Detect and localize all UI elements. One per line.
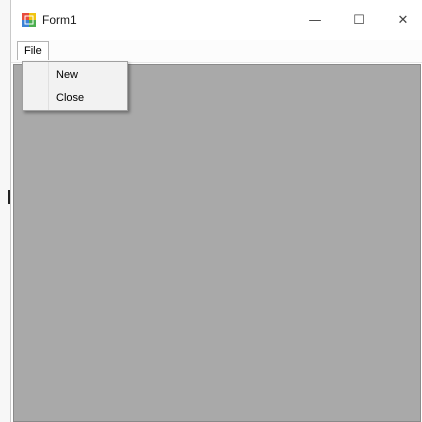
window-title: Form1 bbox=[42, 13, 77, 27]
screen: Form1 — ☐ ✕ File New Close bbox=[0, 0, 422, 422]
menu-item-new-label: New bbox=[56, 69, 79, 81]
menu-item-new[interactable]: New bbox=[24, 64, 126, 86]
file-dropdown-menu: New Close bbox=[22, 61, 128, 111]
minimize-icon: — bbox=[308, 12, 322, 28]
app-icon bbox=[22, 13, 36, 27]
mdi-client-area[interactable] bbox=[13, 64, 421, 422]
minimize-button[interactable]: — bbox=[293, 0, 337, 40]
menu-file[interactable]: File bbox=[17, 41, 49, 60]
maximize-icon: ☐ bbox=[353, 12, 365, 28]
menu-bar: File bbox=[11, 40, 422, 63]
close-icon: ✕ bbox=[397, 12, 409, 28]
close-button[interactable]: ✕ bbox=[381, 0, 422, 40]
menu-item-close-label: Close bbox=[56, 92, 85, 104]
maximize-button[interactable]: ☐ bbox=[337, 0, 381, 40]
menu-item-close[interactable]: Close bbox=[24, 87, 126, 109]
title-bar[interactable]: Form1 — ☐ ✕ bbox=[11, 0, 422, 40]
